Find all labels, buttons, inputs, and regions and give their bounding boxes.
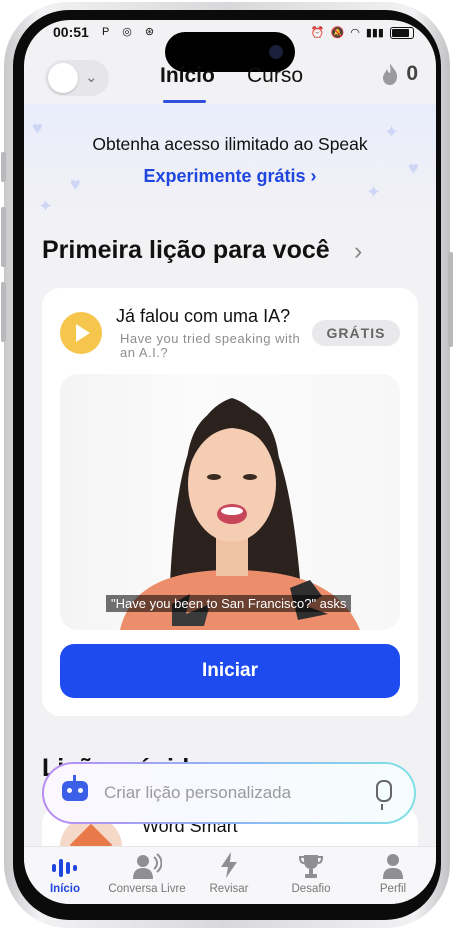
nav-perfil[interactable]: Perfil [352, 847, 434, 895]
mode-toggle[interactable]: ⌄ [45, 60, 109, 96]
presenter-image [120, 398, 360, 630]
signal-icon: ▮▮▮ [365, 27, 384, 39]
mute-icon: 🔕 [330, 27, 345, 39]
nav-label: Revisar [209, 883, 249, 895]
free-badge: GRÁTIS [312, 320, 400, 346]
section-title[interactable]: Primeira lição para você [42, 236, 330, 265]
action-button [1, 152, 6, 182]
phone-bezel: 00:51 P ◎ ⊛ ⏰ 🔕 ◠ ▮▮▮ ⌄ Início Curso 0 ♥… [13, 10, 441, 920]
nav-conversa-livre[interactable]: Conversa Livre [106, 847, 188, 895]
person-icon [383, 854, 403, 879]
nav-label: Desafio [291, 883, 331, 895]
create-lesson-inner: Criar lição personalizada [44, 764, 414, 822]
voice-bars-icon [52, 859, 77, 877]
create-lesson-bar[interactable]: Criar lição personalizada [42, 762, 416, 824]
status-time: 00:51 [53, 24, 89, 40]
trophy-icon [299, 855, 323, 878]
lesson-subtitle: Have you tried speaking with an A.I.? [120, 331, 301, 360]
app-screen: 00:51 P ◎ ⊛ ⏰ 🔕 ◠ ▮▮▮ ⌄ Início Curso 0 ♥… [24, 20, 436, 904]
lesson-video[interactable]: "Have you been to San Francisco?" asks [60, 374, 400, 630]
start-button[interactable]: Iniciar [60, 644, 400, 698]
alarm-icon: ⏰ [310, 27, 325, 39]
video-caption: "Have you been to San Francisco?" asks [106, 595, 352, 612]
upgrade-banner[interactable]: ♥ ♥ ✦ ✦ ♥ ✦ Obtenha acesso ilimitado ao … [24, 104, 436, 222]
top-navigation: ⌄ Início Curso 0 [24, 58, 436, 106]
battery-icon [390, 26, 414, 39]
nav-desafio[interactable]: Desafio [270, 847, 352, 895]
sparkle-decoration-icon: ✦ [38, 196, 54, 216]
microphone-icon[interactable] [376, 780, 392, 810]
streak-counter[interactable]: 0 [380, 62, 418, 86]
bottom-navigation: Início Conversa Livre Revisar Desafio Pe… [24, 846, 436, 904]
power-button [448, 252, 453, 347]
speaking-person-icon [133, 853, 162, 879]
streak-count: 0 [406, 62, 418, 85]
chevron-right-icon[interactable]: › [354, 237, 362, 266]
toggle-knob [48, 63, 78, 93]
wifi-icon: ◠ [350, 27, 360, 39]
lightning-icon [221, 852, 237, 878]
free-trial-label: Experimente grátis [143, 166, 306, 186]
free-trial-link[interactable]: Experimente grátis › [24, 166, 436, 187]
nav-revisar[interactable]: Revisar [188, 847, 270, 895]
phone-frame: 00:51 P ◎ ⊛ ⏰ 🔕 ◠ ▮▮▮ ⌄ Início Curso 0 ♥… [1, 2, 453, 928]
lesson-title: Já falou com uma IA? [116, 306, 291, 326]
tab-curso[interactable]: Curso [247, 64, 303, 88]
nav-label: Conversa Livre [108, 883, 186, 895]
system-status-icons: ⏰ 🔕 ◠ ▮▮▮ [311, 26, 414, 39]
play-icon[interactable] [60, 312, 102, 354]
volume-down-button [1, 282, 6, 342]
nav-inicio[interactable]: Início [24, 847, 106, 895]
chevron-right-icon: › [310, 166, 317, 186]
lesson-card[interactable]: Já falou com uma IA? Have you tried spea… [42, 288, 418, 716]
banner-title: Obtenha acesso ilimitado ao Speak [92, 134, 368, 154]
camera-icon [269, 45, 283, 59]
volume-up-button [1, 207, 6, 267]
nav-label: Início [49, 883, 81, 895]
flame-icon [383, 63, 398, 85]
active-tab-indicator [163, 100, 206, 103]
robot-icon [62, 775, 88, 801]
chevron-down-icon: ⌄ [85, 69, 98, 86]
nav-label: Perfil [379, 883, 407, 895]
create-lesson-input[interactable]: Criar lição personalizada [104, 783, 291, 803]
tab-inicio[interactable]: Início [160, 64, 215, 88]
notification-icons: P ◎ ⊛ [102, 26, 160, 38]
